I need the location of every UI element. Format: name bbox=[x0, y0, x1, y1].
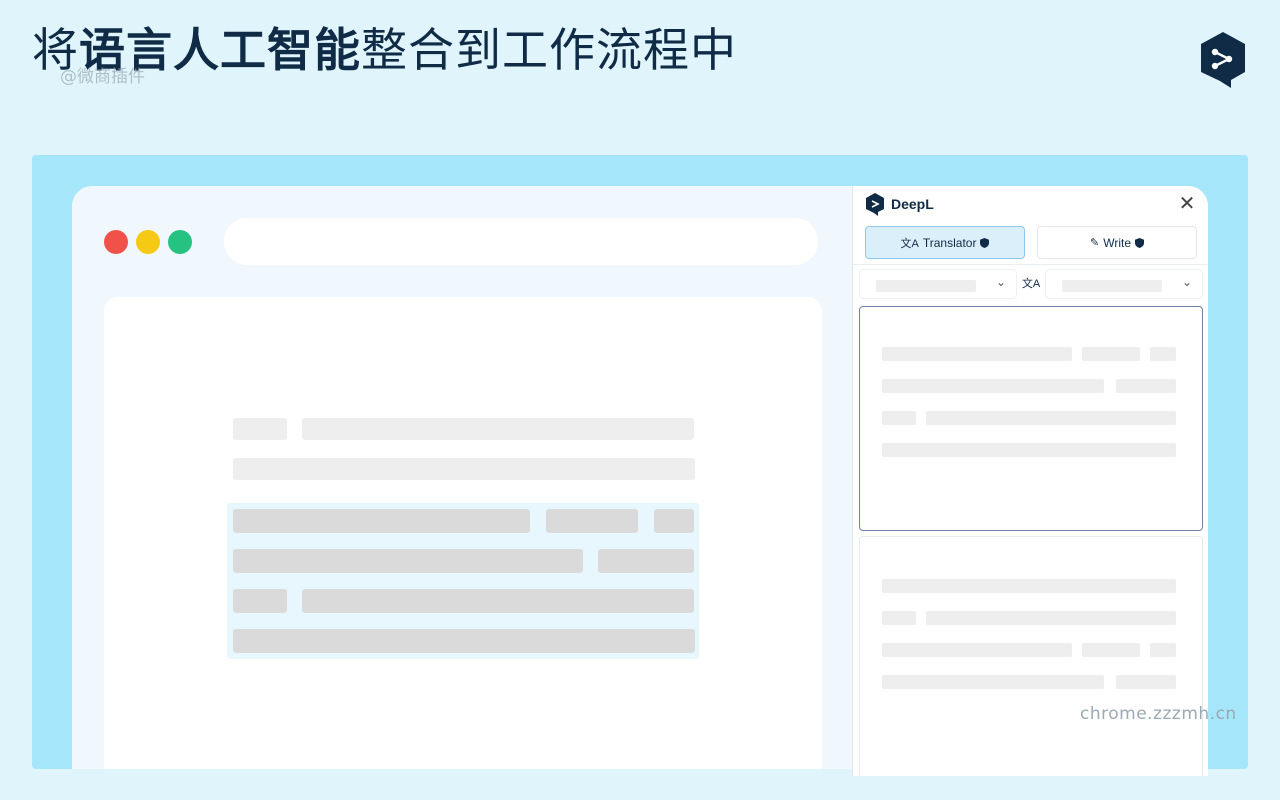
deepl-logo-icon bbox=[1201, 32, 1245, 88]
address-bar[interactable] bbox=[224, 218, 818, 265]
watermark-top: @微商插件 bbox=[60, 67, 145, 87]
text-placeholder bbox=[882, 579, 1176, 593]
selected-text-line bbox=[654, 509, 694, 533]
swap-languages-icon[interactable]: 文A bbox=[1021, 274, 1041, 294]
close-icon[interactable]: ✕ bbox=[1175, 192, 1199, 216]
text-placeholder bbox=[302, 418, 694, 440]
source-text-input[interactable] bbox=[859, 306, 1203, 531]
language-placeholder bbox=[876, 280, 976, 292]
text-placeholder bbox=[882, 411, 916, 425]
selected-text-line bbox=[233, 589, 287, 613]
headline-part3: 整合到工作流程中 bbox=[361, 23, 737, 77]
language-placeholder bbox=[1062, 280, 1162, 292]
page-content bbox=[104, 297, 822, 769]
selected-text-line bbox=[302, 589, 694, 613]
text-placeholder bbox=[882, 443, 1176, 457]
selected-text-line bbox=[598, 549, 694, 573]
deepl-logo-icon bbox=[866, 193, 884, 216]
text-placeholder bbox=[926, 411, 1176, 425]
text-placeholder bbox=[926, 611, 1176, 625]
chevron-down-icon: ⌄ bbox=[1181, 275, 1192, 289]
deepl-side-panel: DeepL ✕ 文A Translator ✎ Write ⌄ 文A ⌄ bbox=[852, 186, 1208, 776]
magic-wand-icon: ✎ bbox=[1090, 237, 1100, 249]
panel-header: DeepL ✕ bbox=[853, 186, 1208, 224]
tab-write[interactable]: ✎ Write bbox=[1037, 226, 1197, 259]
selected-text-line bbox=[233, 629, 695, 653]
text-placeholder bbox=[882, 643, 1072, 657]
text-placeholder bbox=[1082, 643, 1140, 657]
text-placeholder bbox=[882, 347, 1072, 361]
source-language-select[interactable]: ⌄ bbox=[859, 269, 1017, 299]
selected-text-line bbox=[233, 509, 530, 533]
app-name: DeepL bbox=[891, 196, 934, 212]
window-maximize-dot[interactable] bbox=[168, 230, 192, 254]
tab-write-label: Write bbox=[1103, 235, 1131, 250]
shield-check-icon bbox=[980, 237, 990, 248]
window-minimize-dot[interactable] bbox=[136, 230, 160, 254]
text-placeholder bbox=[882, 675, 1104, 689]
chevron-down-icon: ⌄ bbox=[995, 275, 1006, 289]
text-placeholder bbox=[882, 611, 916, 625]
panel-divider bbox=[853, 264, 1208, 265]
translate-icon: 文A bbox=[900, 237, 919, 250]
text-placeholder bbox=[882, 379, 1104, 393]
text-placeholder bbox=[1150, 643, 1176, 657]
translation-output bbox=[859, 536, 1203, 776]
selected-text-line bbox=[233, 549, 583, 573]
window-close-dot[interactable] bbox=[104, 230, 128, 254]
text-placeholder bbox=[233, 458, 695, 480]
tab-translator[interactable]: 文A Translator bbox=[865, 226, 1025, 259]
text-placeholder bbox=[1116, 379, 1176, 393]
text-placeholder bbox=[233, 418, 287, 440]
selected-text-line bbox=[546, 509, 638, 533]
text-placeholder bbox=[1150, 347, 1176, 361]
shield-check-icon bbox=[1135, 237, 1144, 248]
text-placeholder bbox=[1116, 675, 1176, 689]
tab-translator-label: Translator bbox=[922, 235, 977, 250]
text-placeholder bbox=[1082, 347, 1140, 361]
watermark-bottom: chrome.zzzmh.cn bbox=[1080, 704, 1237, 724]
target-language-select[interactable]: ⌄ bbox=[1045, 269, 1203, 299]
